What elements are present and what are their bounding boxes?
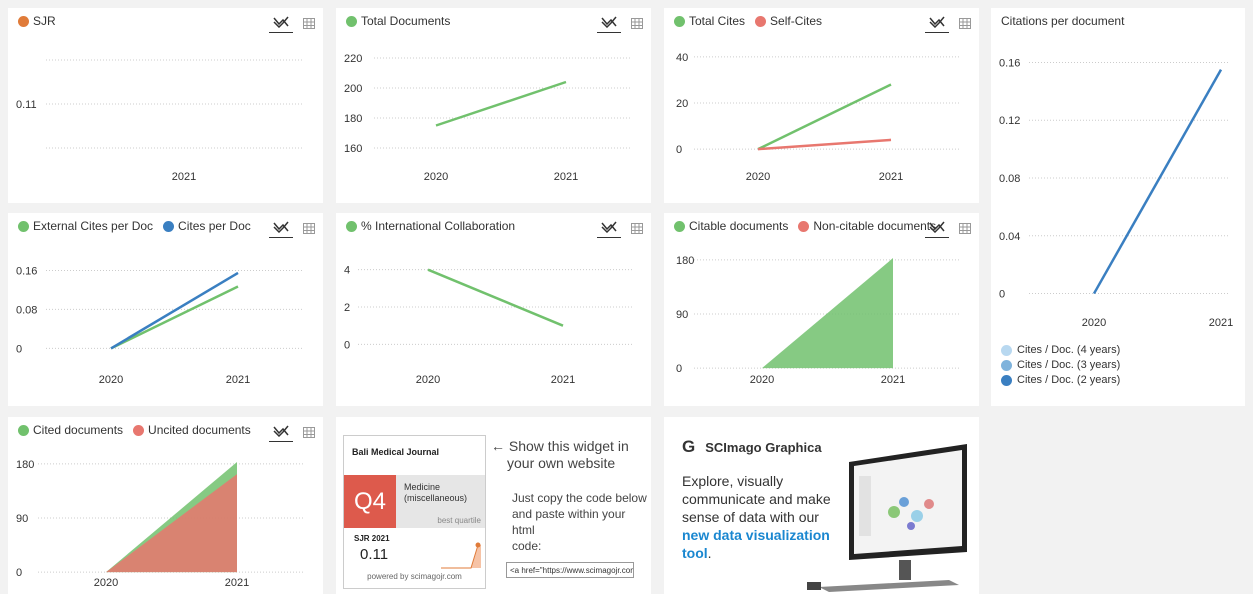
widget-sparkline <box>441 542 481 569</box>
international-collaboration-chart: 0 2 4 2020 2021 <box>344 265 632 386</box>
total-documents-panel: Total Documents 160 180 200 220 2020 2021 <box>336 8 651 203</box>
y-tick-label: 0.11 <box>16 99 37 111</box>
area-series <box>106 474 237 573</box>
legend-label: Cites / Doc. (4 years) <box>1017 344 1121 356</box>
x-tick-label: 2021 <box>554 171 578 183</box>
best-quartile-label: best quartile <box>437 516 481 525</box>
y-tick-label: 180 <box>344 113 362 125</box>
widget-copy-text: Just copy the code below and paste within… <box>512 490 651 554</box>
y-tick-label: 2 <box>344 302 350 314</box>
category-name: Medicine <box>404 482 441 492</box>
x-tick-label: 2020 <box>750 374 774 386</box>
total-cites-panel: Total Cites Self-Cites 0 20 40 2020 2021 <box>664 8 979 203</box>
x-tick-label: 2021 <box>881 374 905 386</box>
legend-item[interactable]: Cites / Doc. (3 years) <box>1001 359 1120 371</box>
y-tick-label: 0.16 <box>999 57 1020 69</box>
line-series <box>757 83 892 151</box>
y-tick-label: 220 <box>344 53 362 65</box>
x-tick-label: 2020 <box>94 577 118 589</box>
legend-label: Cites / Doc. (3 years) <box>1017 359 1121 371</box>
graphica-panel[interactable]: G SCImago Graphica Explore, visually com… <box>664 417 979 594</box>
y-tick-label: 90 <box>676 309 688 321</box>
sjr-chart: 0.11 2021 <box>16 59 304 183</box>
widget-sjr-label: SJR 2021 <box>354 534 390 543</box>
cited-documents-chart: 0 90 180 2020 2021 <box>16 459 304 589</box>
external-cites-panel: External Cites per Doc Cites per Doc 0 0.0… <box>8 213 323 406</box>
y-tick-label: 0.08 <box>999 173 1020 185</box>
chart-legend: Cites / Doc. (4 years) Cites / Doc. (3 ye… <box>1001 344 1120 386</box>
x-tick-label: 2021 <box>172 171 196 183</box>
show-line-2: your own website <box>507 455 616 471</box>
citable-documents-panel: Citable documents Non-citable documents 0… <box>664 213 979 406</box>
legend-label: Cites / Doc. (2 years) <box>1017 374 1121 386</box>
x-tick-label: 2020 <box>424 171 448 183</box>
widget-panel: Bali Medical Journal Q4 Medicine (miscell… <box>336 417 651 594</box>
y-tick-label: 40 <box>676 52 688 64</box>
x-tick-label: 2021 <box>1209 317 1233 329</box>
x-tick-label: 2021 <box>879 171 903 183</box>
y-tick-label: 180 <box>676 255 694 267</box>
widget-powered-by: powered by scimagojr.com <box>367 572 462 581</box>
widget-code-input[interactable]: <a href="https://www.scimagojr.com/journ… <box>506 562 634 578</box>
widget-sjr-value: 0.11 <box>360 546 389 563</box>
y-tick-label: 0.08 <box>16 304 37 316</box>
x-tick-label: 2021 <box>551 374 575 386</box>
copy-line-2: and paste within your html <box>512 507 626 537</box>
journal-widget[interactable]: Bali Medical Journal Q4 Medicine (miscell… <box>343 435 486 589</box>
total-cites-chart: 0 20 40 2020 2021 <box>676 52 960 183</box>
x-tick-label: 2021 <box>226 374 250 386</box>
computer-illustration-icon <box>807 444 967 592</box>
y-tick-label: 0 <box>16 343 22 355</box>
y-tick-label: 0 <box>16 567 22 579</box>
line-series <box>435 80 567 127</box>
line-series <box>757 138 892 151</box>
y-tick-label: 0 <box>344 339 350 351</box>
area-series <box>762 258 893 369</box>
legend-dot-icon <box>1001 374 1012 386</box>
category-subname: (miscellaneous) <box>404 493 468 503</box>
y-tick-label: 4 <box>344 265 350 277</box>
legend-dot-icon <box>1001 359 1012 371</box>
y-tick-label: 0 <box>676 363 682 375</box>
x-tick-label: 2021 <box>225 577 249 589</box>
graphica-logo-icon: G <box>682 437 696 456</box>
show-line-1: ← Show this widget in <box>491 438 629 454</box>
sjr-panel: SJR 0.11 2021 <box>8 8 323 203</box>
y-tick-label: 180 <box>16 459 34 471</box>
international-collaboration-panel: % International Collaboration 0 2 4 2020 202… <box>336 213 651 406</box>
y-tick-label: 20 <box>676 98 688 110</box>
copy-line-1: Just copy the code below <box>512 491 647 505</box>
widget-journal-name: Bali Medical Journal <box>352 447 440 457</box>
y-tick-label: 90 <box>16 513 28 525</box>
copy-line-3: code: <box>512 539 542 553</box>
line-series <box>110 285 239 350</box>
x-tick-label: 2020 <box>1082 317 1106 329</box>
x-tick-label: 2020 <box>416 374 440 386</box>
y-tick-label: 0.12 <box>999 115 1020 127</box>
widget-category: Medicine (miscellaneous) best quartile <box>396 475 485 528</box>
graphica-desc-2: . <box>707 545 712 561</box>
line-series <box>427 268 564 327</box>
legend-dot-icon <box>1001 344 1012 356</box>
y-tick-label: 200 <box>344 83 362 95</box>
citations-per-document-panel: Citations per document 0 0.04 0.08 0.12 0.16… <box>991 8 1245 406</box>
citable-documents-chart: 0 90 180 2020 2021 <box>676 255 960 386</box>
quartile-badge: Q4 <box>344 475 396 528</box>
y-tick-label: 0 <box>676 144 682 156</box>
x-tick-label: 2020 <box>99 374 123 386</box>
y-tick-label: 0 <box>999 289 1005 301</box>
line-series <box>110 271 239 350</box>
legend-item[interactable]: Cites / Doc. (4 years) <box>1001 344 1120 356</box>
cited-documents-panel: Cited documents Uncited documents 0 90 180 2… <box>8 417 323 594</box>
widget-show-text: ← Show this widget in your own website <box>491 438 629 472</box>
total-documents-chart: 160 180 200 220 2020 2021 <box>344 53 632 183</box>
y-tick-label: 0.16 <box>16 265 37 277</box>
external-cites-chart: 0 0.08 0.16 2020 2021 <box>16 265 304 386</box>
y-tick-label: 0.04 <box>999 231 1020 243</box>
legend-item[interactable]: Cites / Doc. (2 years) <box>1001 374 1120 386</box>
x-tick-label: 2020 <box>746 171 770 183</box>
y-tick-label: 160 <box>344 143 362 155</box>
line-series <box>1092 69 1223 295</box>
